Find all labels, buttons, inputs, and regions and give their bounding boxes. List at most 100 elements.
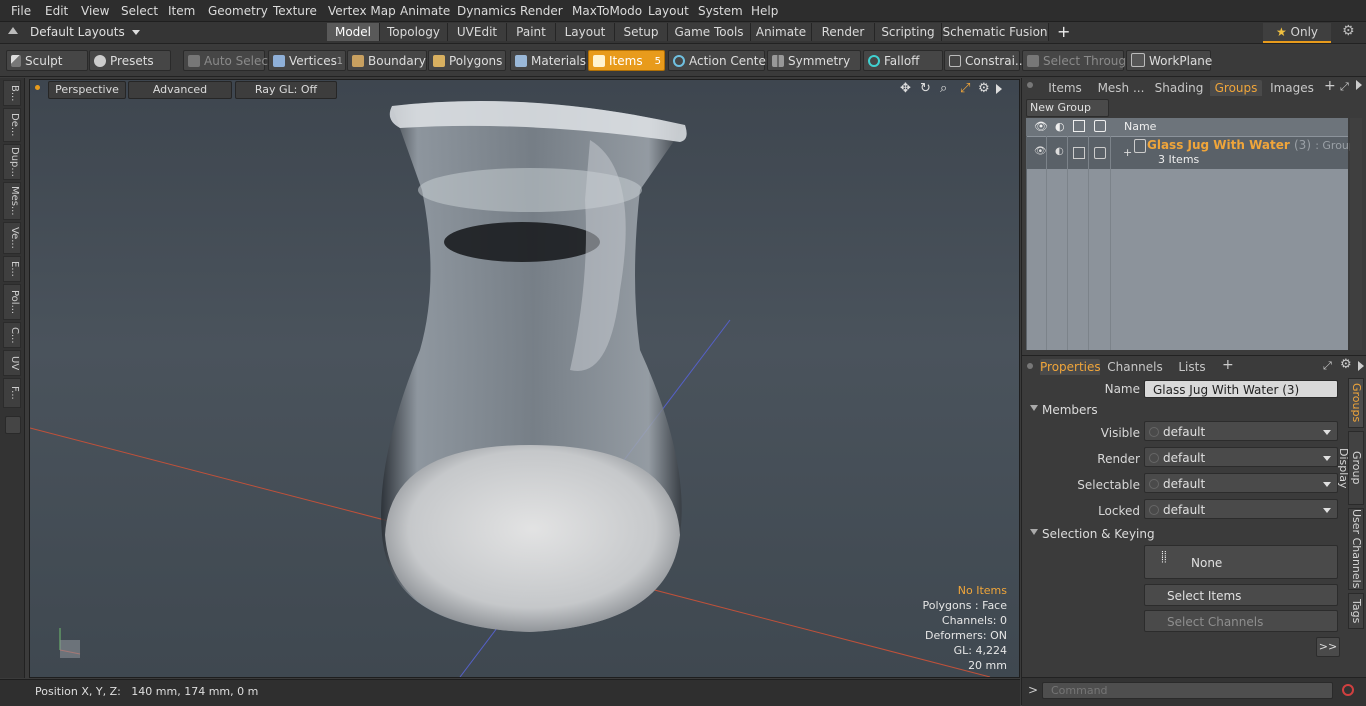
falloff-button[interactable]: Falloff xyxy=(863,50,943,71)
sculpt-button[interactable]: Sculpt xyxy=(6,50,88,71)
menu-dynamics[interactable]: Dynamics xyxy=(457,4,516,18)
panel-expand-icon[interactable] xyxy=(1356,80,1362,90)
name-field[interactable]: Glass Jug With Water (3) xyxy=(1144,380,1338,398)
side-tab-user-channels[interactable]: User Channels xyxy=(1348,508,1364,590)
polygons-button[interactable]: Polygons xyxy=(428,50,506,71)
select-channels-button[interactable]: Select Channels xyxy=(1144,610,1338,632)
layouts-dropdown[interactable]: Default Layouts xyxy=(30,24,140,41)
left-tab-edge[interactable]: E... xyxy=(3,256,21,282)
maximize-panel-icon[interactable]: ⤢ xyxy=(1340,80,1349,94)
boundary-button[interactable]: Boundary xyxy=(347,50,427,71)
tab-animate[interactable]: Animate xyxy=(751,23,812,41)
props-menu-icon[interactable] xyxy=(1027,363,1033,369)
left-tab-uv[interactable]: UV xyxy=(3,350,21,376)
side-tab-groups[interactable]: Groups xyxy=(1348,378,1364,428)
tab-properties[interactable]: Properties xyxy=(1040,359,1101,375)
left-tabs-more-icon[interactable] xyxy=(5,416,21,434)
constraints-button[interactable]: Constrai... xyxy=(944,50,1026,71)
new-group-button[interactable]: New Group xyxy=(1026,99,1109,117)
perspective-dropdown[interactable]: Perspective xyxy=(48,81,126,99)
command-input[interactable] xyxy=(1042,682,1333,699)
expand-plus-icon[interactable]: + xyxy=(1123,146,1132,159)
menu-vertex-map[interactable]: Vertex Map xyxy=(328,4,396,18)
more-options-button[interactable]: >> xyxy=(1316,637,1340,657)
tab-images[interactable]: Images xyxy=(1268,80,1316,96)
keying-none-button[interactable]: ⁝⁝ ⁝⁝ None xyxy=(1144,545,1338,579)
side-tab-tags[interactable]: Tags xyxy=(1348,593,1364,629)
menu-render[interactable]: Render xyxy=(520,4,563,18)
locked-dropdown[interactable]: default xyxy=(1144,499,1338,519)
raygl-dropdown[interactable]: Ray GL: Off xyxy=(235,81,337,99)
only-toggle[interactable]: ★ Only xyxy=(1263,23,1331,43)
tab-model[interactable]: Model xyxy=(327,23,380,41)
row-visible-icon[interactable]: 👁 xyxy=(1034,146,1047,157)
render-dropdown[interactable]: default xyxy=(1144,447,1338,467)
add-props-tab-icon[interactable]: + xyxy=(1222,357,1234,373)
workplane-button[interactable]: WorkPlane xyxy=(1126,50,1212,71)
items-button[interactable]: Items 5 xyxy=(588,50,665,71)
menu-select[interactable]: Select xyxy=(121,4,158,18)
tab-uvedit[interactable]: UVEdit xyxy=(448,23,507,41)
selection-keying-header[interactable]: Selection & Keying xyxy=(1042,527,1155,541)
members-section-header[interactable]: Members xyxy=(1042,403,1098,417)
side-tab-group-display[interactable]: Group Display xyxy=(1337,431,1364,505)
row-render-icon[interactable]: ◐ xyxy=(1055,146,1064,157)
presets-button[interactable]: Presets xyxy=(89,50,171,71)
row-select-checkbox[interactable] xyxy=(1094,147,1106,159)
panel-menu-icon[interactable] xyxy=(1027,82,1033,88)
menu-item[interactable]: Item xyxy=(168,4,195,18)
viewport-settings-icon[interactable]: ⚙ xyxy=(978,81,990,96)
left-tab-deform[interactable]: De... xyxy=(3,108,21,142)
tab-lists[interactable]: Lists xyxy=(1172,359,1212,375)
menu-file[interactable]: File xyxy=(11,4,31,18)
left-tab-curve[interactable]: C... xyxy=(3,322,21,348)
symmetry-button[interactable]: Symmetry xyxy=(767,50,861,71)
maximize-props-icon[interactable]: ⤢ xyxy=(1323,359,1332,373)
collapse-up-icon[interactable] xyxy=(8,27,18,34)
left-tab-mesh[interactable]: Mes... xyxy=(3,182,21,220)
left-tab-fusion[interactable]: F... xyxy=(3,378,21,408)
menu-system[interactable]: System xyxy=(698,4,743,18)
menu-layout[interactable]: Layout xyxy=(648,4,689,18)
tab-groups[interactable]: Groups xyxy=(1210,80,1262,96)
groups-scrollbar[interactable] xyxy=(1350,118,1362,350)
left-tab-duplicate[interactable]: Dup... xyxy=(3,144,21,180)
zoom-view-icon[interactable]: ⌕ xyxy=(940,81,947,96)
props-gear-icon[interactable]: ⚙ xyxy=(1340,357,1352,372)
vertices-button[interactable]: Vertices 1 xyxy=(268,50,346,71)
select-through-button[interactable]: Select Through xyxy=(1022,50,1134,71)
props-expand-icon[interactable] xyxy=(1358,361,1364,371)
action-center-button[interactable]: Action Center xyxy=(668,50,771,71)
tab-scripting[interactable]: Scripting xyxy=(875,23,942,41)
materials-button[interactable]: Materials xyxy=(510,50,586,71)
tab-render[interactable]: Render xyxy=(812,23,875,41)
tab-shading[interactable]: Shading xyxy=(1152,80,1206,96)
auto-select-button[interactable]: Auto Select xyxy=(183,50,273,71)
tab-game-tools[interactable]: Game Tools xyxy=(668,23,751,41)
tab-setup[interactable]: Setup xyxy=(615,23,668,41)
gear-icon[interactable]: ⚙ xyxy=(1342,23,1355,39)
menu-texture[interactable]: Texture xyxy=(273,4,317,18)
expand-right-icon[interactable] xyxy=(996,84,1002,94)
group-row-glass-jug[interactable]: 👁 ◐ + Glass Jug With Water (3) : Group 3… xyxy=(1026,137,1356,169)
menu-view[interactable]: View xyxy=(81,4,109,18)
tab-layout[interactable]: Layout xyxy=(556,23,615,41)
select-items-button[interactable]: Select Items xyxy=(1144,584,1338,606)
group-row-name[interactable]: Glass Jug With Water (3) : Group xyxy=(1147,138,1356,152)
tab-mesh[interactable]: Mesh ... xyxy=(1094,80,1148,96)
tab-schematic-fusion[interactable]: Schematic Fusion xyxy=(942,23,1049,41)
left-tab-basic[interactable]: B... xyxy=(3,80,21,106)
menu-help[interactable]: Help xyxy=(751,4,778,18)
menu-edit[interactable]: Edit xyxy=(45,4,68,18)
move-view-icon[interactable]: ✥ xyxy=(900,81,911,96)
add-tab-icon[interactable]: + xyxy=(1057,22,1070,41)
viewport-menu-icon[interactable] xyxy=(35,85,40,90)
menu-geometry[interactable]: Geometry xyxy=(208,4,268,18)
left-tab-polygon[interactable]: Pol... xyxy=(3,284,21,320)
collapse-members-icon[interactable] xyxy=(1030,405,1038,411)
tab-topology[interactable]: Topology xyxy=(380,23,448,41)
selectable-dropdown[interactable]: default xyxy=(1144,473,1338,493)
add-panel-tab-icon[interactable]: + xyxy=(1324,78,1336,94)
tab-channels[interactable]: Channels xyxy=(1106,359,1164,375)
left-tab-vertex[interactable]: Ve... xyxy=(3,222,21,254)
